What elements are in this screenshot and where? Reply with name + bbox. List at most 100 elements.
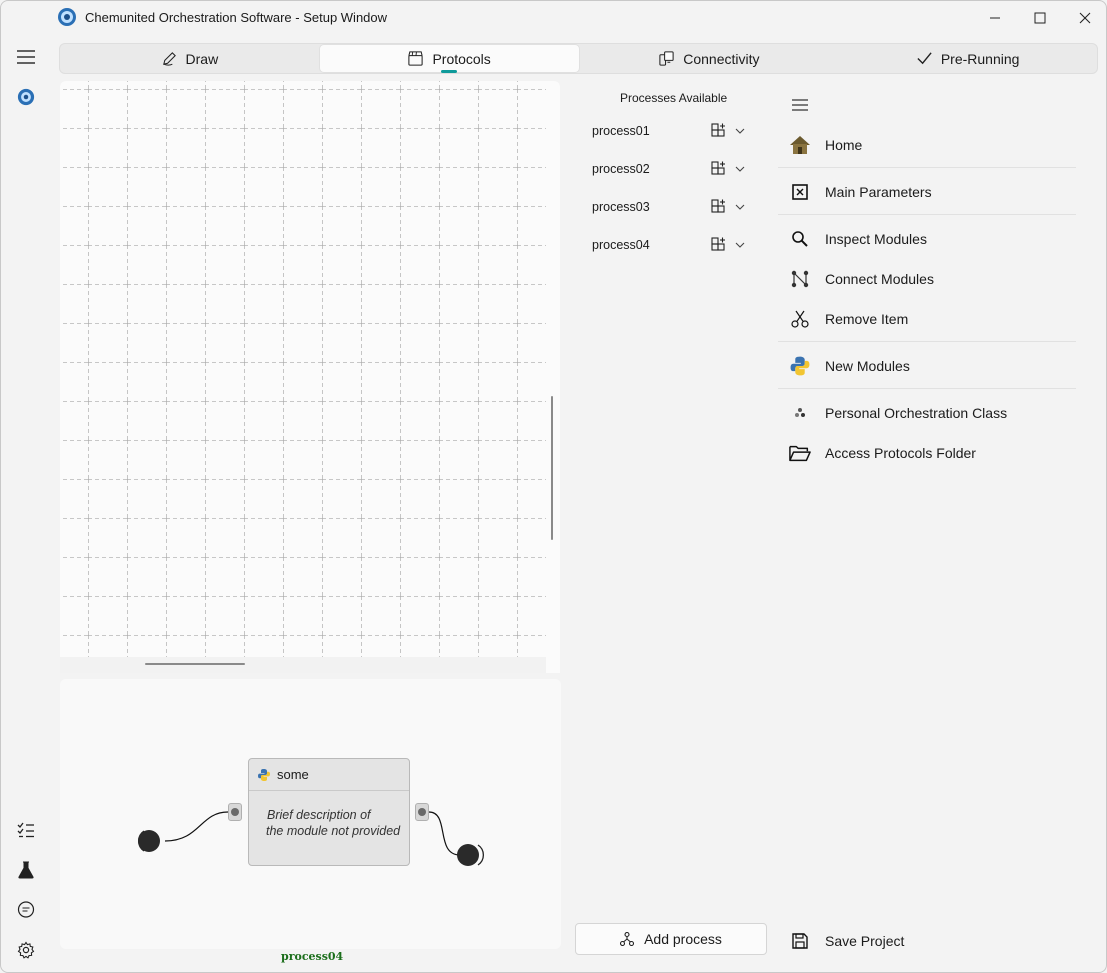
menu-label: Access Protocols Folder xyxy=(825,445,976,461)
menu-label: New Modules xyxy=(825,358,910,374)
horizontal-scroll-track xyxy=(60,657,546,673)
side-menu-toggle[interactable] xyxy=(788,93,812,117)
app-logo-icon xyxy=(58,8,76,26)
process-name: process03 xyxy=(592,200,650,214)
menu-label: Personal Orchestration Class xyxy=(825,405,1008,421)
module-node[interactable]: some Brief description of the module not… xyxy=(248,758,410,866)
nav-chat-button[interactable] xyxy=(9,893,43,927)
devices-icon xyxy=(659,51,674,66)
menu-label: Inspect Modules xyxy=(825,231,927,247)
tab-draw[interactable]: Draw xyxy=(60,44,319,73)
process-item[interactable]: process04 xyxy=(576,229,756,261)
nav-settings-button[interactable] xyxy=(9,933,43,967)
node-input-port[interactable] xyxy=(228,803,242,821)
module-node-description: Brief description of the module not prov… xyxy=(249,791,409,839)
menu-inspect-modules[interactable]: Inspect Modules xyxy=(778,219,1076,259)
module-node-header: some xyxy=(249,759,409,791)
module-node-title: some xyxy=(277,767,309,782)
tab-connectivity[interactable]: Connectivity xyxy=(580,44,839,73)
flask-icon xyxy=(18,861,34,879)
window-title: Chemunited Orchestration Software - Setu… xyxy=(85,10,388,25)
menu-label: Home xyxy=(825,137,863,153)
maximize-icon xyxy=(1034,12,1046,24)
tab-pre-running[interactable]: Pre-Running xyxy=(838,44,1097,73)
menu-access-protocols-folder[interactable]: Access Protocols Folder xyxy=(778,433,1076,473)
chat-icon xyxy=(17,901,35,918)
search-icon xyxy=(789,228,811,250)
menu-label: Main Parameters xyxy=(825,184,932,200)
menu-home[interactable]: Home xyxy=(778,125,1076,165)
horizontal-scrollbar[interactable] xyxy=(145,663,245,665)
gear-icon xyxy=(17,941,35,959)
hamburger-icon xyxy=(792,99,808,111)
checklist-icon xyxy=(17,822,34,838)
menu-label: Remove Item xyxy=(825,311,909,327)
grid-canvas-panel[interactable] xyxy=(60,81,560,673)
menu-divider xyxy=(778,388,1076,389)
node-output-port[interactable] xyxy=(415,803,429,821)
process-name: process01 xyxy=(592,124,650,138)
current-process-label: process04 xyxy=(281,950,344,963)
chevron-down-icon[interactable] xyxy=(734,201,746,213)
process-item[interactable]: process01 xyxy=(576,115,756,147)
menu-personal-orchestration-class[interactable]: Personal Orchestration Class xyxy=(778,393,1076,433)
connect-icon xyxy=(789,268,811,290)
app-logo-icon xyxy=(17,88,35,106)
menu-divider xyxy=(778,341,1076,342)
start-terminal[interactable] xyxy=(138,830,160,852)
maximize-button[interactable] xyxy=(1017,1,1063,35)
variable-icon xyxy=(789,181,811,203)
menu-new-modules[interactable]: New Modules xyxy=(778,346,1076,386)
chevron-down-icon[interactable] xyxy=(734,163,746,175)
folder-open-icon xyxy=(789,442,811,464)
processes-title: Processes Available xyxy=(620,91,728,105)
menu-divider xyxy=(778,214,1076,215)
chevron-down-icon[interactable] xyxy=(734,125,746,137)
nav-menu-button[interactable] xyxy=(9,40,43,74)
menu-label: Connect Modules xyxy=(825,271,934,287)
dashed-grid xyxy=(60,81,546,657)
tab-label: Draw xyxy=(185,50,219,67)
tab-protocols[interactable]: Protocols xyxy=(318,44,580,73)
add-module-icon[interactable] xyxy=(710,160,728,178)
tab-label: Connectivity xyxy=(683,50,760,67)
protocol-canvas[interactable]: some Brief description of the module not… xyxy=(60,679,561,949)
nav-tasks-button[interactable] xyxy=(9,813,43,847)
checkmark-icon xyxy=(917,52,932,65)
minimize-button[interactable] xyxy=(972,1,1018,35)
python-icon xyxy=(789,355,811,377)
tab-label: Protocols xyxy=(432,50,491,67)
menu-remove-item[interactable]: Remove Item xyxy=(778,299,1076,339)
menu-connect-modules[interactable]: Connect Modules xyxy=(778,259,1076,299)
process-item[interactable]: process02 xyxy=(576,153,756,185)
add-module-icon[interactable] xyxy=(710,122,728,140)
close-button[interactable] xyxy=(1062,1,1106,35)
nav-lab-button[interactable] xyxy=(9,853,43,887)
vertical-scrollbar[interactable] xyxy=(551,396,553,540)
pencil-icon xyxy=(162,52,176,66)
end-terminal[interactable] xyxy=(457,844,479,866)
main-tabs: Draw Protocols Connectivity Pre-Running xyxy=(59,43,1098,74)
save-icon xyxy=(789,930,811,952)
home-icon xyxy=(789,134,811,156)
chevron-down-icon[interactable] xyxy=(734,239,746,251)
clapperboard-icon xyxy=(408,51,424,66)
add-process-button[interactable]: Add process xyxy=(575,923,767,955)
hamburger-icon xyxy=(17,50,35,64)
nav-setup-button[interactable] xyxy=(9,80,43,114)
close-icon xyxy=(1079,12,1091,24)
module-description-line: the module not provided xyxy=(266,824,401,838)
add-module-icon[interactable] xyxy=(710,198,728,216)
process-item[interactable]: process03 xyxy=(576,191,756,223)
grid-canvas[interactable] xyxy=(60,81,546,657)
save-project-button[interactable]: Save Project xyxy=(778,921,1076,961)
menu-label: Save Project xyxy=(825,933,905,949)
python-icon xyxy=(258,768,270,781)
title-bar[interactable]: Chemunited Orchestration Software - Setu… xyxy=(1,1,1106,35)
menu-main-parameters[interactable]: Main Parameters xyxy=(778,172,1076,212)
class-icon xyxy=(789,402,811,424)
setup-window: Chemunited Orchestration Software - Setu… xyxy=(0,0,1107,973)
tab-label: Pre-Running xyxy=(940,50,1020,67)
scissors-icon xyxy=(789,308,811,330)
add-module-icon[interactable] xyxy=(710,236,728,254)
